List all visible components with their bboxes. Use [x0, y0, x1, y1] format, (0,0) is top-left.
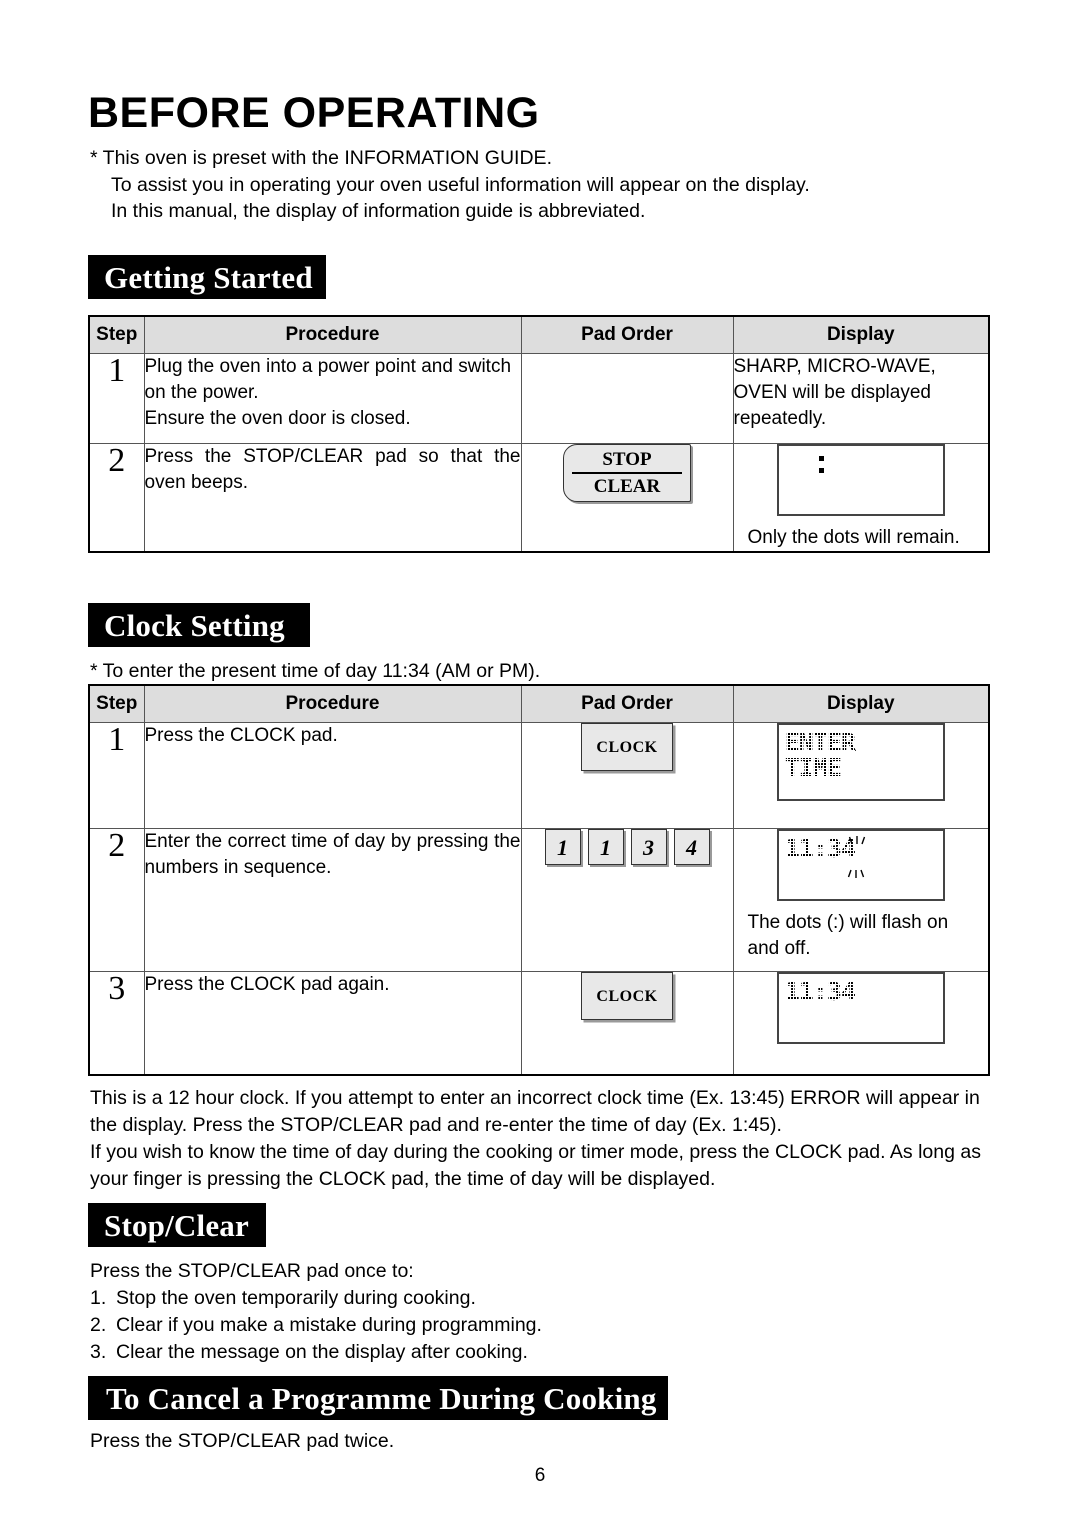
- intro-line-1: * This oven is preset with the INFORMATI…: [90, 147, 552, 169]
- column-header-procedure: Procedure: [143, 315, 522, 354]
- lcd-display-dots: [776, 444, 945, 516]
- procedure-text: Press the CLOCK pad again.: [143, 971, 522, 1075]
- number-pad-key[interactable]: 3: [630, 829, 667, 865]
- section-header-label: Getting Started: [104, 259, 313, 295]
- section-header-label: Stop/Clear: [104, 1207, 249, 1243]
- table-header-row: Step Procedure Pad Order Display: [88, 684, 990, 723]
- pad-order-empty: [520, 353, 734, 444]
- lcd-text: 11:34: [784, 834, 856, 863]
- lcd-display-time-flashing: 11:34: [776, 829, 945, 901]
- step-number: 3: [88, 971, 145, 1075]
- lcd-display-time: 11:34: [776, 972, 945, 1044]
- section-header-stop-clear: Stop/Clear: [88, 1203, 266, 1247]
- lcd-text: ENTER TIME: [784, 730, 856, 782]
- clock-setting-table: Step Procedure Pad Order Display 1 Press…: [88, 684, 990, 1076]
- table-row: 3 Press the CLOCK pad again. CLOCK 11:34: [88, 971, 990, 1075]
- list-item: 2. Clear if you make a mistake during pr…: [90, 1312, 970, 1339]
- intro-line-3: In this manual, the display of informati…: [111, 200, 646, 222]
- page-number: 6: [534, 1465, 546, 1486]
- procedure-line: Ensure the oven door is closed.: [144, 408, 411, 429]
- clock-setting-note: * To enter the present time of day 11:34…: [90, 660, 541, 682]
- manual-page: BEFORE OPERATING * This oven is preset w…: [0, 0, 1080, 1526]
- getting-started-table: Step Procedure Pad Order Display 1 Plug …: [88, 315, 990, 553]
- pad-order-cell: STOP CLEAR: [520, 443, 734, 553]
- column-header-step: Step: [88, 315, 145, 354]
- display-caption: The dots (:) will flash on and off.: [747, 912, 949, 959]
- list-item: 1. Stop the oven temporarily during cook…: [90, 1285, 970, 1312]
- list-item-text: Clear the message on the display after c…: [116, 1341, 528, 1363]
- number-pad-sequence: 1 1 3 4: [522, 829, 733, 865]
- display-cell: ENTER TIME: [732, 722, 990, 829]
- display-cell: 11:34: [732, 971, 990, 1075]
- lcd-colon-dots: [818, 456, 824, 480]
- display-text: SHARP, MICRO-WAVE, OVEN will be displaye…: [732, 353, 990, 444]
- display-cell: Only the dots will remain.: [732, 443, 990, 553]
- pad-order-cell: 1 1 3 4: [520, 828, 734, 972]
- column-header-display: Display: [732, 315, 990, 354]
- lcd-line-2: TIME: [784, 753, 842, 782]
- clear-label: CLEAR: [593, 476, 661, 497]
- section-header-getting-started: Getting Started: [88, 255, 326, 299]
- step-number: 1: [88, 353, 145, 444]
- table-row: 1 Press the CLOCK pad. CLOCK ENTER TIME: [88, 722, 990, 829]
- clock-pad-graphic[interactable]: CLOCK: [581, 972, 673, 1020]
- flash-rays-down-icon: [847, 869, 864, 878]
- display-cell: 11:34 The dots (:) will flash on and off…: [732, 828, 990, 972]
- lcd-line-1: 11:34: [784, 977, 856, 1006]
- list-item: 3. Clear the message on the display afte…: [90, 1339, 970, 1366]
- clock-explanation: This is a 12 hour clock. If you attempt …: [90, 1085, 995, 1193]
- step-number: 1: [88, 722, 145, 829]
- section-header-clock-setting: Clock Setting: [88, 603, 310, 647]
- pad-order-cell: CLOCK: [520, 722, 734, 829]
- section-header-label: Clock Setting: [104, 607, 285, 643]
- flash-rays-up-icon: [848, 836, 865, 845]
- column-header-display: Display: [732, 684, 990, 723]
- procedure-text: Press the CLOCK pad.: [143, 722, 522, 829]
- lcd-line-1: 11:34: [784, 834, 856, 863]
- lcd-display-enter-time: ENTER TIME: [776, 723, 945, 801]
- number-pad-key[interactable]: 1: [544, 829, 581, 865]
- number-pad-key[interactable]: 1: [587, 829, 624, 865]
- list-item-text: Stop the oven temporarily during cooking…: [116, 1287, 476, 1309]
- pad-order-cell: CLOCK: [520, 971, 734, 1075]
- number-pad-key[interactable]: 4: [673, 829, 710, 865]
- procedure-line: Plug the oven into a power point and swi…: [144, 356, 512, 403]
- lcd-text: 11:34: [784, 977, 856, 1006]
- table-row: 1 Plug the oven into a power point and s…: [88, 353, 990, 444]
- list-item-number: 3.: [90, 1341, 107, 1363]
- clock-paragraph-2: If you wish to know the time of day duri…: [90, 1141, 981, 1190]
- section-header-label: To Cancel a Programme During Cooking: [106, 1380, 657, 1416]
- list-item-number: 2.: [90, 1314, 107, 1336]
- column-header-pad-order: Pad Order: [520, 684, 734, 723]
- clock-pad-graphic[interactable]: CLOCK: [581, 723, 673, 771]
- procedure-text: Press the STOP/CLEAR pad so that the ove…: [143, 443, 522, 553]
- table-row: 2 Press the STOP/CLEAR pad so that the o…: [88, 443, 990, 553]
- procedure-text: Plug the oven into a power point and swi…: [143, 353, 522, 444]
- table-header-row: Step Procedure Pad Order Display: [88, 315, 990, 354]
- column-header-procedure: Procedure: [143, 684, 522, 723]
- display-caption: Only the dots will remain.: [747, 527, 960, 548]
- stop-clear-list: 1. Stop the oven temporarily during cook…: [90, 1285, 970, 1366]
- table-row: 2 Enter the correct time of day by press…: [88, 828, 990, 972]
- page-title: BEFORE OPERATING: [88, 89, 540, 137]
- list-item-text: Clear if you make a mistake during progr…: [116, 1314, 542, 1336]
- cancel-programme-text: Press the STOP/CLEAR pad twice.: [90, 1430, 395, 1452]
- stop-clear-pad-graphic[interactable]: STOP CLEAR: [563, 444, 691, 502]
- clock-paragraph-1: This is a 12 hour clock. If you attempt …: [90, 1087, 980, 1136]
- intro-line-2: To assist you in operating your oven use…: [111, 173, 810, 196]
- intro-note: * This oven is preset with the INFORMATI…: [90, 145, 950, 225]
- procedure-text: Enter the correct time of day by pressin…: [143, 828, 522, 972]
- column-header-step: Step: [88, 684, 145, 723]
- stop-clear-intro: Press the STOP/CLEAR pad once to:: [90, 1260, 414, 1282]
- step-number: 2: [88, 828, 145, 972]
- column-header-pad-order: Pad Order: [520, 315, 734, 354]
- list-item-number: 1.: [90, 1287, 107, 1309]
- section-header-cancel-programme: To Cancel a Programme During Cooking: [88, 1376, 668, 1420]
- stop-label: STOP: [572, 450, 682, 474]
- step-number: 2: [88, 443, 145, 553]
